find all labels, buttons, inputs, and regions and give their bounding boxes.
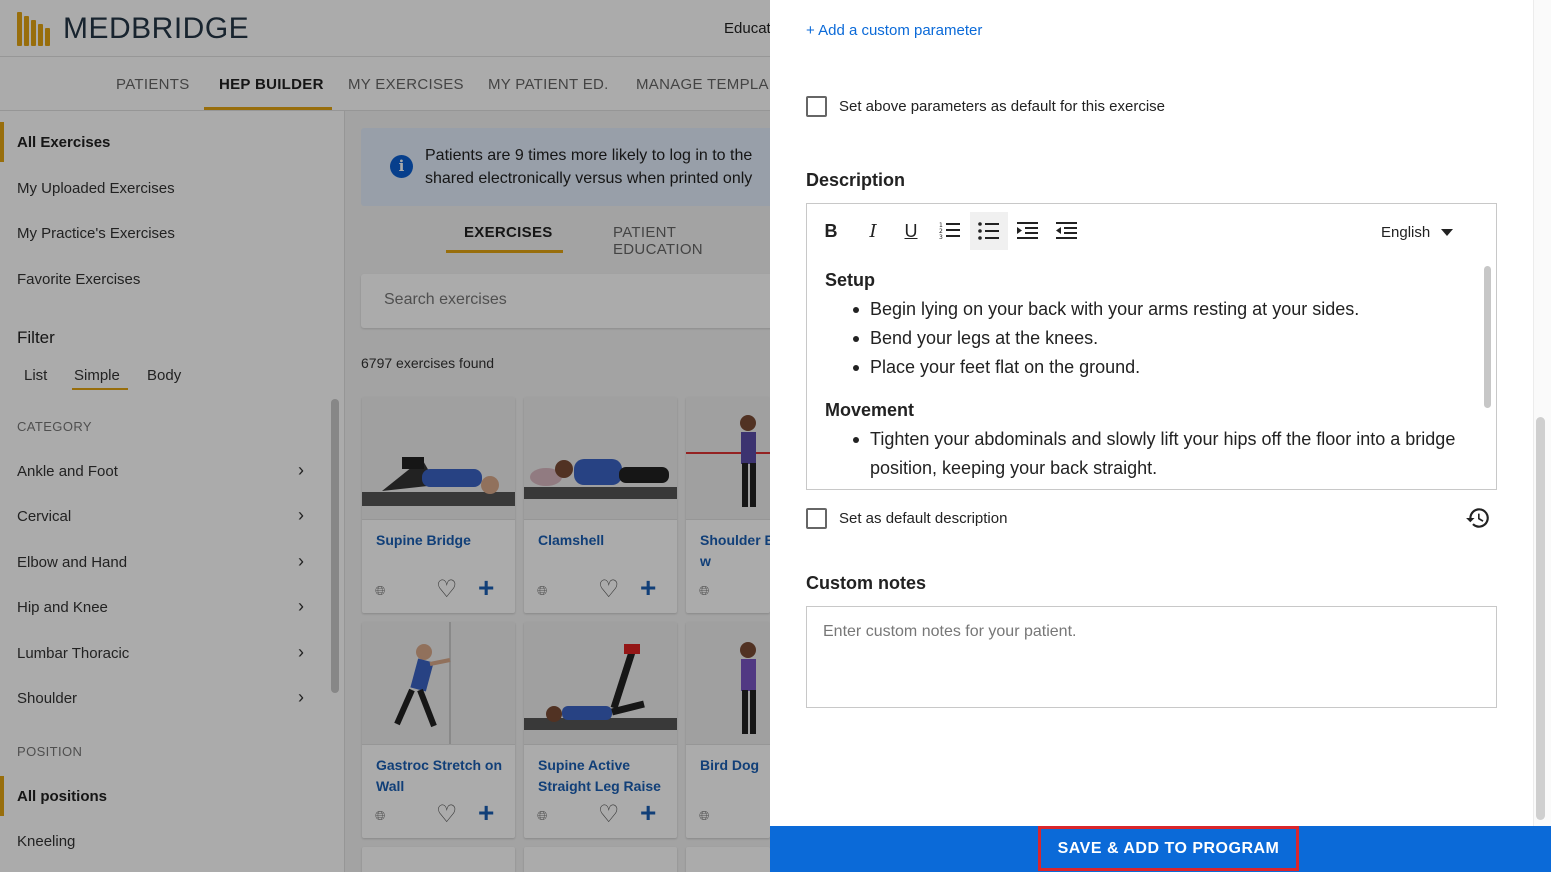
custom-notes-title: Custom notes xyxy=(806,573,927,593)
default-params-checkbox[interactable] xyxy=(806,96,827,117)
setup-list: Begin lying on your back with your arms … xyxy=(853,295,1475,382)
numbered-list-icon: 1 2 3 xyxy=(939,222,960,241)
drawer-footer: SAVE & ADD TO PROGRAM xyxy=(770,826,1551,872)
description-title: Description xyxy=(806,170,906,190)
numbered-list-button[interactable]: 1 2 3 xyxy=(931,212,969,250)
svg-text:3: 3 xyxy=(939,234,943,241)
indent-button[interactable] xyxy=(1009,212,1047,250)
setup-heading: Setup xyxy=(825,270,876,290)
language-select[interactable]: English xyxy=(1381,224,1430,241)
caret-down-icon[interactable] xyxy=(1441,229,1453,236)
underline-button[interactable]: U xyxy=(892,212,930,250)
bold-button[interactable]: B xyxy=(812,212,850,250)
default-description-label[interactable]: Set as default description xyxy=(839,510,1007,527)
indent-icon xyxy=(1017,222,1038,239)
movement-heading: Movement xyxy=(825,400,915,420)
custom-notes-box xyxy=(806,606,1497,708)
italic-button[interactable]: I xyxy=(854,212,892,250)
save-add-to-program-button[interactable]: SAVE & ADD TO PROGRAM xyxy=(1038,826,1299,871)
history-icon[interactable] xyxy=(1465,505,1491,531)
bullet-list-button[interactable] xyxy=(970,212,1008,250)
list-item: Place your feet flat on the ground. xyxy=(853,353,1475,382)
outdent-button[interactable] xyxy=(1048,212,1086,250)
custom-notes-input[interactable] xyxy=(823,623,1483,693)
modal-backdrop[interactable] xyxy=(0,0,770,872)
list-item: Begin lying on your back with your arms … xyxy=(853,295,1475,324)
default-description-checkbox[interactable] xyxy=(806,508,827,529)
list-item: Bend your legs at the knees. xyxy=(853,324,1475,353)
drawer-scrollbar[interactable] xyxy=(1536,417,1545,820)
description-content[interactable]: Setup Begin lying on your back with your… xyxy=(825,270,1475,488)
bullet-list-icon xyxy=(978,222,999,240)
description-editor: B I U 1 2 3 English Setup Begin lying on… xyxy=(806,203,1497,490)
list-item: Tighten your abdominals and slowly lift … xyxy=(853,425,1475,483)
default-params-label[interactable]: Set above parameters as default for this… xyxy=(839,98,1165,115)
add-custom-parameter-link[interactable]: + Add a custom parameter xyxy=(806,22,982,39)
outdent-icon xyxy=(1056,222,1077,239)
editor-scrollbar[interactable] xyxy=(1484,266,1491,408)
movement-list: Tighten your abdominals and slowly lift … xyxy=(853,425,1475,483)
exercise-edit-drawer: + Add a custom parameter Set above param… xyxy=(770,0,1551,872)
